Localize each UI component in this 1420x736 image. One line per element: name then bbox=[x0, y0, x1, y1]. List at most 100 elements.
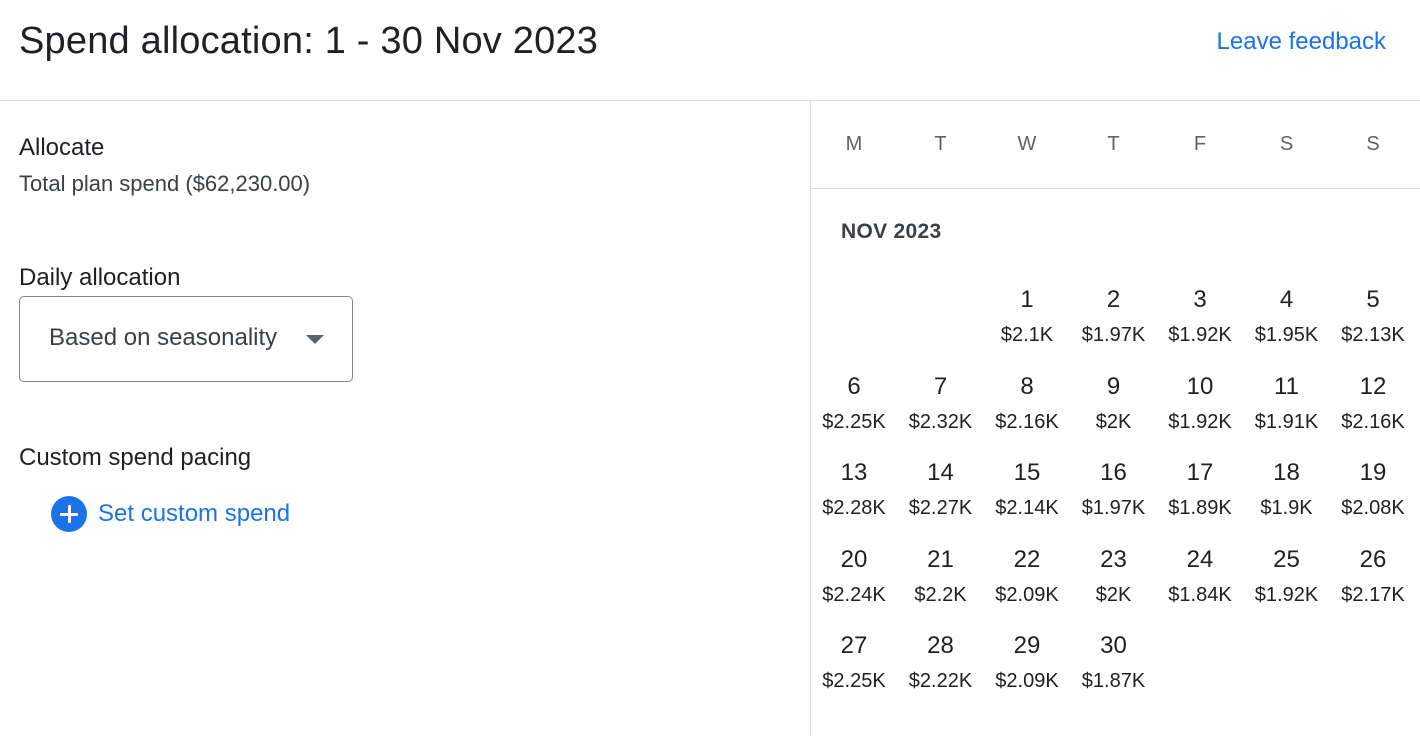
day-spend: $2.27K bbox=[908, 497, 973, 519]
day-spend: $2.25K bbox=[822, 410, 886, 433]
day-number: 9 bbox=[1106, 372, 1121, 400]
calendar-day[interactable]: 5 $2.13K bbox=[1330, 286, 1416, 364]
day-number: 3 bbox=[1193, 286, 1207, 313]
day-spend: $1.9K bbox=[1260, 497, 1313, 519]
day-spend: $2K bbox=[1095, 410, 1132, 433]
day-number: 29 bbox=[1013, 632, 1041, 659]
set-custom-spend-label: Set custom spend bbox=[98, 500, 291, 527]
calendar-day[interactable]: 25 $1.92K bbox=[1244, 546, 1330, 624]
calendar-day[interactable]: 10 $1.92K bbox=[1157, 373, 1243, 451]
day-spend: $2.25K bbox=[822, 670, 886, 692]
calendar-day[interactable]: 27 $2.25K bbox=[811, 632, 897, 710]
calendar-day[interactable]: 28 $2.22K bbox=[898, 632, 984, 710]
daily-allocation-select[interactable]: Based on seasonality bbox=[19, 296, 353, 382]
set-custom-spend-button[interactable]: Set custom spend bbox=[51, 496, 290, 532]
weekday-label: F bbox=[1193, 133, 1207, 155]
day-number: 24 bbox=[1186, 545, 1214, 573]
day-spend: $2.1K bbox=[1000, 324, 1054, 346]
calendar-day[interactable]: 24 $1.84K bbox=[1157, 546, 1243, 624]
calendar-day[interactable]: 29 $2.09K bbox=[984, 632, 1070, 710]
calendar-day[interactable]: 16 $1.97K bbox=[1071, 459, 1157, 537]
calendar-day[interactable]: 23 $2K bbox=[1071, 546, 1157, 624]
day-number: 23 bbox=[1100, 545, 1127, 573]
day-number: 14 bbox=[927, 459, 954, 486]
day-spend: $2.22K bbox=[908, 670, 973, 692]
day-number: 15 bbox=[1013, 459, 1041, 486]
day-number: 2 bbox=[1106, 286, 1121, 313]
calendar-day[interactable]: 30 $1.87K bbox=[1071, 632, 1157, 710]
day-spend: $1.95K bbox=[1254, 324, 1319, 346]
total-plan-spend: Total plan spend ($62,230.00) bbox=[19, 171, 311, 196]
day-number: 19 bbox=[1359, 459, 1387, 486]
calendar-day[interactable]: 6 $2.25K bbox=[811, 373, 897, 451]
day-spend: $2.2K bbox=[914, 583, 967, 606]
calendar-day[interactable]: 13 $2.28K bbox=[811, 459, 897, 537]
calendar-day[interactable]: 15 $2.14K bbox=[984, 459, 1070, 537]
allocate-heading: Allocate bbox=[19, 134, 105, 161]
day-spend: $2.24K bbox=[822, 583, 886, 606]
day-number: 6 bbox=[847, 372, 861, 400]
day-number: 27 bbox=[840, 632, 868, 659]
calendar-day[interactable]: 9 $2K bbox=[1071, 373, 1157, 451]
day-spend: $2.28K bbox=[822, 497, 886, 519]
weekday-label: W bbox=[1017, 133, 1037, 155]
day-spend: $1.91K bbox=[1254, 410, 1319, 433]
day-spend: $2.32K bbox=[908, 410, 973, 433]
day-number: 13 bbox=[840, 459, 868, 486]
weekday-label: S bbox=[1366, 133, 1380, 155]
day-number: 4 bbox=[1279, 286, 1294, 313]
weekday-label: S bbox=[1279, 133, 1294, 155]
day-number: 28 bbox=[927, 632, 954, 659]
day-spend: $1.87K bbox=[1081, 670, 1146, 692]
page-title: Spend allocation: 1 - 30 Nov 2023 bbox=[19, 20, 599, 62]
daily-allocation-heading: Daily allocation bbox=[19, 264, 181, 291]
day-spend: $1.92K bbox=[1168, 324, 1232, 346]
day-number: 25 bbox=[1273, 545, 1300, 573]
month-label: NOV 2023 bbox=[841, 220, 942, 243]
day-number: 12 bbox=[1359, 372, 1387, 400]
day-number: 5 bbox=[1366, 286, 1380, 313]
day-number: 10 bbox=[1186, 372, 1214, 400]
day-spend: $1.92K bbox=[1254, 583, 1319, 606]
day-spend: $1.97K bbox=[1081, 497, 1146, 519]
day-number: 21 bbox=[927, 545, 954, 573]
day-number: 1 bbox=[1020, 286, 1034, 313]
calendar-day[interactable]: 26 $2.17K bbox=[1330, 546, 1416, 624]
day-number: 11 bbox=[1274, 372, 1299, 400]
calendar-day[interactable]: 1 $2.1K bbox=[984, 286, 1070, 364]
calendar-day[interactable]: 3 $1.92K bbox=[1157, 286, 1243, 364]
add-circle-icon bbox=[51, 496, 87, 532]
day-spend: $2.16K bbox=[995, 410, 1059, 433]
day-number: 18 bbox=[1273, 459, 1300, 486]
weekday-label: T bbox=[934, 133, 947, 155]
weekday-label: T bbox=[1107, 133, 1120, 155]
calendar-day[interactable]: 19 $2.08K bbox=[1330, 459, 1416, 537]
allocation-settings-panel: Allocate Total plan spend ($62,230.00) D… bbox=[0, 101, 810, 736]
calendar-day[interactable]: 22 $2.09K bbox=[984, 546, 1070, 624]
calendar-day[interactable]: 17 $1.89K bbox=[1157, 459, 1243, 537]
calendar-day[interactable]: 8 $2.16K bbox=[984, 373, 1070, 451]
day-spend: $2.09K bbox=[995, 583, 1059, 606]
calendar-day[interactable]: 7 $2.32K bbox=[898, 373, 984, 451]
day-spend: $2.16K bbox=[1341, 410, 1405, 433]
calendar-day[interactable]: 20 $2.24K bbox=[811, 546, 897, 624]
day-spend: $1.92K bbox=[1168, 410, 1232, 433]
weekday-header: MTWTFSS bbox=[811, 101, 1420, 189]
calendar-day[interactable]: 11 $1.91K bbox=[1244, 373, 1330, 451]
calendar-day[interactable]: 4 $1.95K bbox=[1244, 286, 1330, 364]
calendar-day[interactable]: 12 $2.16K bbox=[1330, 373, 1416, 451]
day-spend: $2.14K bbox=[995, 497, 1059, 519]
day-number: 7 bbox=[933, 372, 948, 400]
dropdown-arrow-icon bbox=[306, 335, 324, 344]
daily-allocation-value: Based on seasonality bbox=[49, 324, 278, 351]
weekday-label: M bbox=[845, 133, 863, 155]
leave-feedback-link[interactable]: Leave feedback bbox=[1217, 28, 1386, 56]
calendar-day[interactable]: 21 $2.2K bbox=[898, 546, 984, 624]
page-header: Spend allocation: 1 - 30 Nov 2023 Leave … bbox=[0, 0, 1420, 101]
calendar-day[interactable]: 2 $1.97K bbox=[1071, 286, 1157, 364]
day-number: 8 bbox=[1020, 372, 1034, 400]
day-spend: $1.89K bbox=[1168, 497, 1232, 519]
calendar-day[interactable]: 18 $1.9K bbox=[1244, 459, 1330, 537]
calendar-day[interactable]: 14 $2.27K bbox=[898, 459, 984, 537]
day-number: 30 bbox=[1100, 632, 1127, 659]
